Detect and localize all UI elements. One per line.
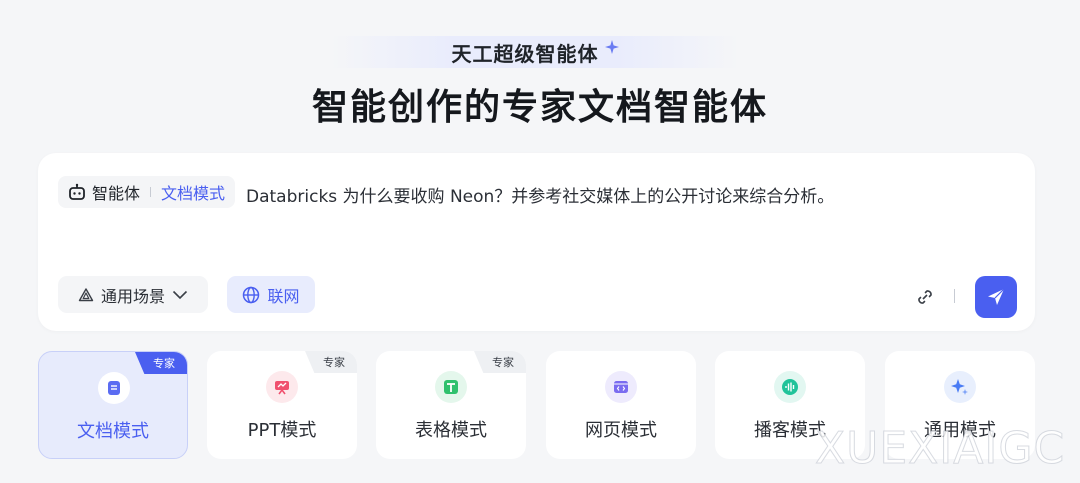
expert-badge: 专家: [135, 352, 187, 374]
code-window-icon: [605, 371, 637, 403]
table-icon: [435, 371, 467, 403]
mode-label: 播客模式: [754, 420, 826, 441]
prompt-input[interactable]: Databricks 为什么要收购 Neon？并参考社交媒体上的公开讨论来综合分…: [246, 182, 834, 207]
mode-label: 网页模式: [585, 420, 657, 441]
mode-card-table[interactable]: 专家 表格模式: [376, 351, 526, 459]
send-button[interactable]: [975, 276, 1017, 318]
robot-icon: [69, 183, 85, 200]
chat-composer: 智能体 文档模式 Databricks 为什么要收购 Neon？并参考社交媒体上…: [38, 153, 1035, 331]
tagline-banner: 天工超级智能体: [330, 36, 740, 68]
link-icon: [918, 290, 932, 304]
scene-label: 通用场景: [100, 286, 165, 306]
scene-dropdown[interactable]: 通用场景: [58, 276, 208, 313]
mode-selector: 专家 文档模式 专家 PPT模式 专家 表格模式 网页模式 播客模式 通用模式: [38, 351, 1036, 459]
paper-plane-icon: [988, 288, 1005, 305]
mode-card-document[interactable]: 专家 文档模式: [38, 351, 188, 459]
chip-divider: [150, 187, 152, 197]
sparkle-icon: [604, 40, 619, 54]
document-icon: [98, 372, 130, 404]
mode-label: PPT模式: [247, 420, 317, 441]
attach-button[interactable]: [914, 286, 936, 308]
presentation-icon: [266, 371, 298, 403]
agent-mode-label: 文档模式: [161, 184, 226, 203]
mode-label: 表格模式: [415, 420, 487, 441]
sparkle-icon: [944, 371, 976, 403]
expert-badge: 专家: [474, 351, 526, 373]
globe-icon: [243, 286, 260, 303]
expert-badge: 专家: [305, 351, 357, 373]
web-label: 联网: [267, 286, 300, 306]
web-search-toggle[interactable]: 联网: [227, 276, 315, 313]
mode-card-podcast[interactable]: 播客模式: [715, 351, 865, 459]
mode-card-ppt[interactable]: 专家 PPT模式: [207, 351, 357, 459]
audio-wave-icon: [774, 371, 806, 403]
triangle-icon: [78, 287, 94, 301]
agent-mode-chip[interactable]: 智能体 文档模式: [58, 176, 236, 208]
chevron-down-icon: [172, 290, 188, 299]
mode-label: 通用模式: [924, 420, 996, 441]
page-title: 智能创作的专家文档智能体: [311, 87, 768, 128]
agent-label: 智能体: [92, 184, 141, 203]
toolbar-divider: [954, 289, 955, 303]
mode-label: 文档模式: [77, 421, 149, 442]
mode-card-general[interactable]: 通用模式: [885, 351, 1035, 459]
tagline: 天工超级智能体: [451, 41, 599, 66]
mode-card-webpage[interactable]: 网页模式: [546, 351, 696, 459]
